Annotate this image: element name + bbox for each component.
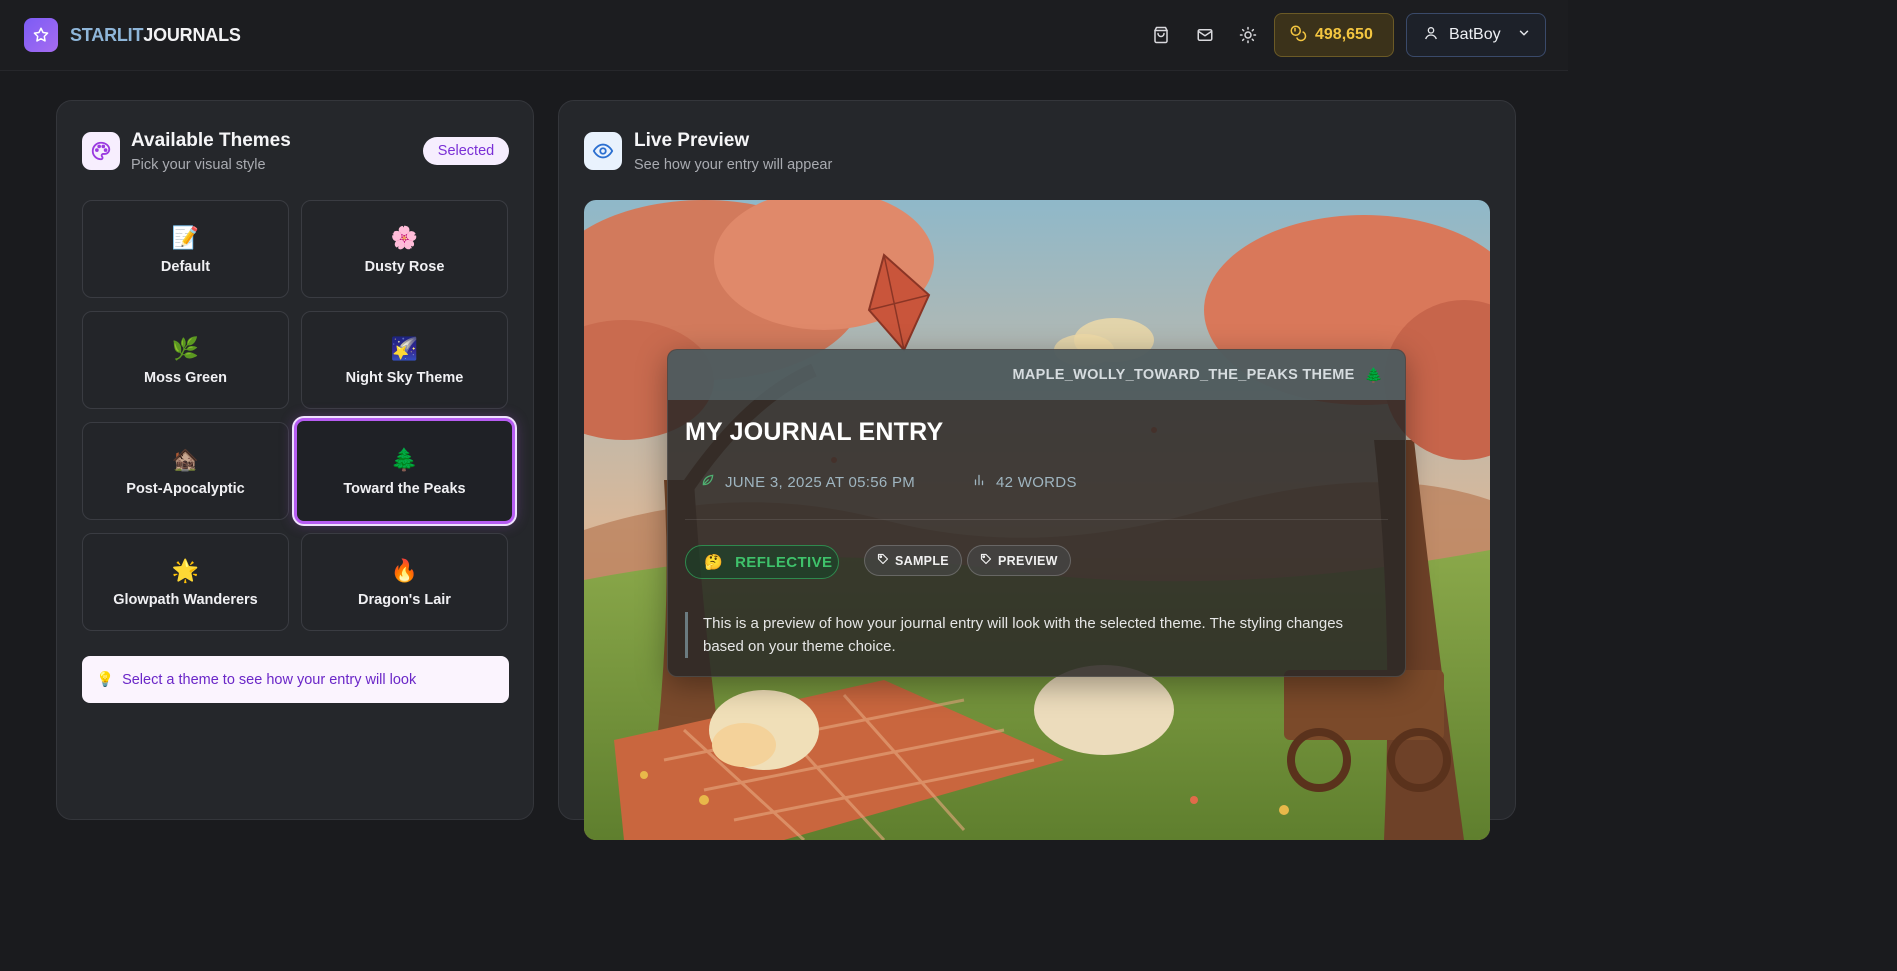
entry-date: JUNE 3, 2025 AT 05:56 PM <box>701 468 915 496</box>
entry-word-count: 42 WORDS <box>972 468 1077 496</box>
theme-label: Night Sky Theme <box>345 370 464 386</box>
themes-subtitle: Pick your visual style <box>131 157 266 173</box>
preview-title: Live Preview <box>634 130 750 151</box>
derelict-house-icon: 🏚️ <box>171 447 200 472</box>
sun-icon[interactable] <box>1237 24 1259 46</box>
notepad-icon: 📝 <box>171 225 200 250</box>
leaf-icon <box>701 473 715 491</box>
tag-label: PREVIEW <box>998 553 1058 568</box>
tag-icon <box>980 553 992 568</box>
top-navigation-bar: STARLITJOURNALS 498,650 BatBoy <box>0 0 1568 71</box>
coin-balance: 498,650 <box>1315 26 1373 43</box>
mood-badge: 🤔 REFLECTIVE <box>685 545 839 579</box>
theme-card-default[interactable]: 📝 Default <box>82 200 289 298</box>
selected-badge: Selected <box>423 137 509 165</box>
shopping-bag-icon[interactable] <box>1150 24 1172 46</box>
coin-balance-button[interactable]: 498,650 <box>1274 13 1394 57</box>
tag-icon <box>877 553 889 568</box>
theme-card-glowpath-wanderers[interactable]: 🌟 Glowpath Wanderers <box>82 533 289 631</box>
fire-icon: 🔥 <box>390 558 419 583</box>
theme-label: Default <box>160 259 211 275</box>
mail-icon[interactable] <box>1194 24 1216 46</box>
entry-divider <box>685 519 1388 520</box>
brand-part-1: STARLIT <box>70 25 144 45</box>
entry-body-text: This is a preview of how your journal en… <box>685 612 1365 658</box>
user-icon <box>1423 25 1439 46</box>
palette-icon <box>82 132 120 170</box>
theme-card-dragons-lair[interactable]: 🔥 Dragon's Lair <box>301 533 508 631</box>
themes-title: Available Themes <box>131 130 291 151</box>
entry-title: MY JOURNAL ENTRY <box>685 418 944 446</box>
chevron-down-icon <box>1517 26 1531 45</box>
theme-card-toward-the-peaks[interactable]: 🌲 Toward the Peaks <box>294 418 515 524</box>
user-menu-button[interactable]: BatBoy <box>1406 13 1546 57</box>
flower-icon: 🌸 <box>390 225 419 250</box>
brand-part-2: JOURNALS <box>143 25 241 45</box>
theme-name: MAPLE_WOLLY_TOWARD_THE_PEAKS THEME <box>1012 367 1355 383</box>
tag-chip[interactable]: SAMPLE <box>864 545 962 576</box>
coins-icon <box>1289 24 1307 47</box>
lightbulb-icon: 💡 <box>96 672 115 688</box>
herb-icon: 🌿 <box>171 336 200 361</box>
theme-card-post-apocalyptic[interactable]: 🏚️ Post-Apocalyptic <box>82 422 289 520</box>
entry-theme-header: MAPLE_WOLLY_TOWARD_THE_PEAKS THEME 🌲 <box>668 350 1405 400</box>
tag-label: SAMPLE <box>895 553 949 568</box>
theme-label: Moss Green <box>144 370 227 386</box>
live-preview-panel: Live Preview See how your entry will app… <box>558 100 1516 840</box>
preview-canvas: MAPLE_WOLLY_TOWARD_THE_PEAKS THEME 🌲 MY … <box>584 200 1490 840</box>
shooting-star-icon: 🌠 <box>390 336 419 361</box>
logo-star-icon[interactable] <box>24 18 58 52</box>
evergreen-tree-icon: 🌲 <box>1364 367 1383 384</box>
theme-label: Dusty Rose <box>364 259 445 275</box>
theme-label: Post-Apocalyptic <box>126 481 245 497</box>
theme-label: Glowpath Wanderers <box>113 592 258 608</box>
theme-card-night-sky[interactable]: 🌠 Night Sky Theme <box>301 311 508 409</box>
tag-chip[interactable]: PREVIEW <box>967 545 1071 576</box>
entry-date-text: JUNE 3, 2025 AT 05:56 PM <box>725 473 916 491</box>
brand-name[interactable]: STARLITJOURNALS <box>70 25 241 46</box>
glowing-star-icon: 🌟 <box>171 558 200 583</box>
thinking-face-icon: 🤔 <box>704 554 724 571</box>
theme-label: Toward the Peaks <box>343 481 466 497</box>
theme-tip-banner: 💡 Select a theme to see how your entry w… <box>82 656 509 703</box>
username: BatBoy <box>1449 26 1501 43</box>
eye-icon <box>584 132 622 170</box>
theme-card-moss-green[interactable]: 🌿 Moss Green <box>82 311 289 409</box>
theme-label: Dragon's Lair <box>358 592 451 608</box>
themes-panel: Available Themes Pick your visual style … <box>56 100 534 820</box>
mood-text: REFLECTIVE <box>735 553 833 571</box>
bar-chart-icon <box>972 473 986 491</box>
theme-card-dusty-rose[interactable]: 🌸 Dusty Rose <box>301 200 508 298</box>
preview-subtitle: See how your entry will appear <box>634 157 833 173</box>
journal-entry-card: MAPLE_WOLLY_TOWARD_THE_PEAKS THEME 🌲 MY … <box>667 349 1406 677</box>
tip-text: Select a theme to see how your entry wil… <box>122 671 417 688</box>
evergreen-tree-icon: 🌲 <box>390 447 419 472</box>
word-count-text: 42 WORDS <box>996 473 1077 491</box>
